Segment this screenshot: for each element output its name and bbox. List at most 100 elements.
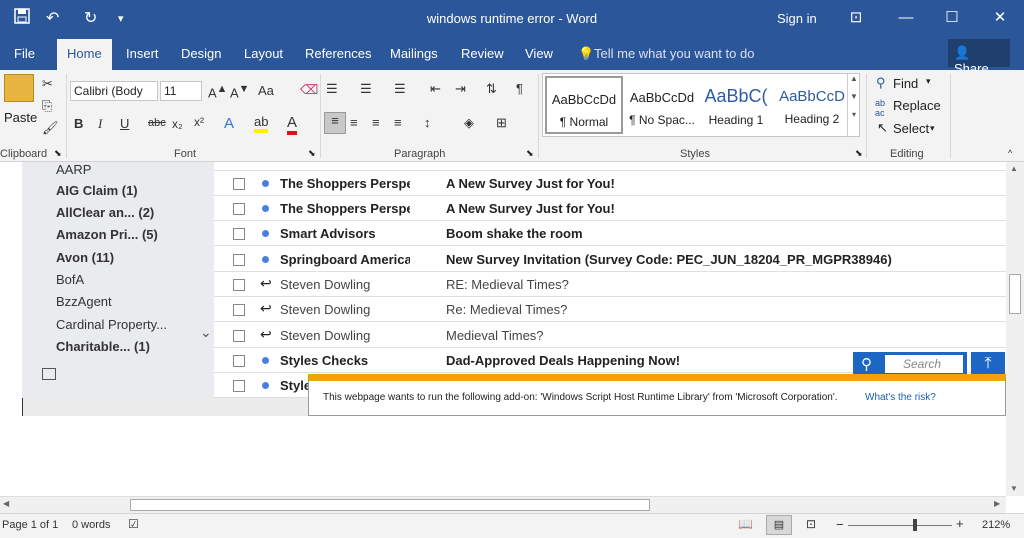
- word-count[interactable]: 0 words: [72, 519, 111, 531]
- folder-item[interactable]: BofA: [56, 272, 84, 287]
- scroll-up-icon[interactable]: ▲: [1010, 164, 1018, 173]
- select-button[interactable]: Select: [893, 121, 929, 136]
- folder-item[interactable]: BzzAgent: [56, 294, 112, 309]
- format-painter-icon[interactable]: 🖌: [42, 120, 59, 136]
- paste-button[interactable]: Paste: [4, 110, 37, 125]
- row-checkbox[interactable]: [233, 178, 245, 190]
- change-case-button[interactable]: Aa: [258, 83, 274, 98]
- row-checkbox[interactable]: [233, 304, 245, 316]
- proofing-icon[interactable]: ☑: [128, 517, 139, 531]
- zoom-slider-thumb[interactable]: [913, 519, 917, 531]
- zoom-level[interactable]: 212%: [982, 519, 1010, 531]
- tab-view[interactable]: View: [525, 46, 553, 61]
- find-dropdown-icon[interactable]: ▾: [926, 76, 931, 87]
- table-row[interactable]: The Shoppers Perspe A New Survey Just fo…: [214, 196, 1006, 221]
- scroll-to-top-button[interactable]: ⤒: [971, 352, 1005, 376]
- borders-icon[interactable]: ⊞: [496, 115, 507, 131]
- multilevel-list-icon[interactable]: ☰: [394, 81, 406, 97]
- tab-home[interactable]: Home: [57, 39, 112, 71]
- increase-indent-icon[interactable]: ⇥: [455, 81, 466, 97]
- subscript-icon[interactable]: x₂: [172, 117, 183, 131]
- document-canvas[interactable]: AARP AIG Claim (1) AllClear an... (2) Am…: [0, 162, 1024, 496]
- superscript-icon[interactable]: x²: [194, 115, 204, 129]
- style-normal[interactable]: AaBbCcDd ¶ Normal: [545, 76, 623, 134]
- find-button[interactable]: Find: [893, 76, 918, 91]
- sort-icon[interactable]: ⇅: [486, 81, 497, 97]
- grow-font-icon[interactable]: A▲: [208, 83, 227, 100]
- tab-design[interactable]: Design: [181, 46, 221, 61]
- table-row[interactable]: Smart Advisors Boom shake the room: [214, 221, 1006, 246]
- read-mode-icon[interactable]: 📖: [738, 517, 753, 531]
- font-size-combo[interactable]: 11: [160, 81, 202, 101]
- maximize-icon[interactable]: ☐: [937, 6, 967, 30]
- scroll-right-icon[interactable]: ▶: [994, 499, 1000, 508]
- row-checkbox[interactable]: [233, 380, 245, 392]
- font-name-combo[interactable]: Calibri (Body: [70, 81, 158, 101]
- folder-item[interactable]: Amazon Pri... (5): [56, 227, 158, 242]
- scroll-left-icon[interactable]: ◀: [3, 499, 9, 508]
- zoom-in-icon[interactable]: +: [956, 516, 964, 531]
- chevron-down-icon[interactable]: ⌄: [200, 324, 212, 341]
- table-row[interactable]: The Shoppers Perspe A New Survey Just fo…: [214, 171, 1006, 196]
- copy-icon[interactable]: ⎘: [42, 98, 52, 114]
- ribbon-display-icon[interactable]: ⊡: [841, 6, 871, 30]
- tab-layout[interactable]: Layout: [244, 46, 283, 61]
- row-checkbox[interactable]: [233, 254, 245, 266]
- zoom-out-icon[interactable]: −: [836, 517, 844, 532]
- folder-item[interactable]: Avon (11): [56, 250, 114, 265]
- select-dropdown-icon[interactable]: ▾: [930, 123, 935, 134]
- zoom-slider[interactable]: [848, 525, 952, 526]
- style-heading-1[interactable]: AaBbC( Heading 1: [697, 76, 775, 134]
- tab-review[interactable]: Review: [461, 46, 504, 61]
- shading-icon[interactable]: ◈: [464, 115, 474, 131]
- clear-formatting-icon[interactable]: ⌫: [300, 82, 318, 98]
- align-left-icon[interactable]: ≡: [324, 112, 346, 134]
- align-right-icon[interactable]: ≡: [372, 115, 380, 130]
- row-checkbox[interactable]: [233, 203, 245, 215]
- underline-icon[interactable]: U: [120, 116, 129, 131]
- style-heading-2[interactable]: AaBbCcD Heading 2: [773, 76, 851, 134]
- folder-item[interactable]: Charitable... (1): [56, 339, 150, 354]
- clipboard-launcher-icon[interactable]: ⬊: [54, 148, 62, 159]
- close-icon[interactable]: ✕: [985, 6, 1015, 30]
- page-count[interactable]: Page 1 of 1: [2, 519, 58, 531]
- print-layout-icon[interactable]: ▤: [766, 515, 792, 535]
- hscroll-thumb[interactable]: [130, 499, 650, 511]
- table-row[interactable]: ↩ Steven Dowling Re: Medieval Times?: [214, 297, 1006, 322]
- italic-icon[interactable]: I: [98, 116, 102, 132]
- search-icon[interactable]: ⚲: [861, 355, 872, 373]
- numbering-icon[interactable]: ☰: [360, 81, 372, 97]
- scroll-thumb[interactable]: [1009, 274, 1021, 314]
- collapse-ribbon-icon[interactable]: ^: [1008, 148, 1012, 158]
- strikethrough-icon[interactable]: abc: [148, 117, 166, 129]
- folder-item[interactable]: AARP: [56, 162, 91, 177]
- table-row[interactable]: ↩ Steven Dowling RE: Medieval Times?: [214, 272, 1006, 297]
- styles-scroll[interactable]: ▲ ▼ ▾: [847, 74, 860, 136]
- bold-icon[interactable]: B: [74, 116, 83, 131]
- folder-item[interactable]: Cardinal Property...: [56, 317, 167, 332]
- row-checkbox[interactable]: [233, 355, 245, 367]
- highlight-icon[interactable]: ab: [254, 114, 269, 133]
- tab-references[interactable]: References: [305, 46, 371, 61]
- scroll-down-icon[interactable]: ▼: [1010, 484, 1018, 493]
- tell-me-search[interactable]: Tell me what you want to do: [594, 46, 754, 61]
- justify-icon[interactable]: ≡: [394, 115, 402, 130]
- tab-file[interactable]: File: [14, 46, 35, 61]
- replace-button[interactable]: Replace: [893, 98, 941, 113]
- clipboard-icon[interactable]: [4, 74, 34, 102]
- whats-the-risk-link[interactable]: What's the risk?: [865, 392, 936, 403]
- text-effects-icon[interactable]: A: [224, 115, 234, 132]
- style-no-spacing[interactable]: AaBbCcDd ¶ No Spac...: [623, 76, 701, 134]
- line-spacing-icon[interactable]: ↕: [424, 115, 431, 130]
- align-center-icon[interactable]: ≡: [350, 115, 358, 130]
- sign-in-link[interactable]: Sign in: [777, 11, 817, 26]
- tab-mailings[interactable]: Mailings: [390, 46, 438, 61]
- shrink-font-icon[interactable]: A▼: [230, 83, 249, 100]
- search-input[interactable]: Search: [885, 355, 963, 373]
- share-button[interactable]: 👤 Share: [948, 39, 1010, 76]
- folder-item[interactable]: AllClear an... (2): [56, 205, 154, 220]
- bullets-icon[interactable]: ☰: [326, 81, 338, 97]
- row-checkbox[interactable]: [233, 228, 245, 240]
- tab-insert[interactable]: Insert: [126, 46, 159, 61]
- table-row[interactable]: ↩ Steven Dowling Medieval Times?: [214, 323, 1006, 348]
